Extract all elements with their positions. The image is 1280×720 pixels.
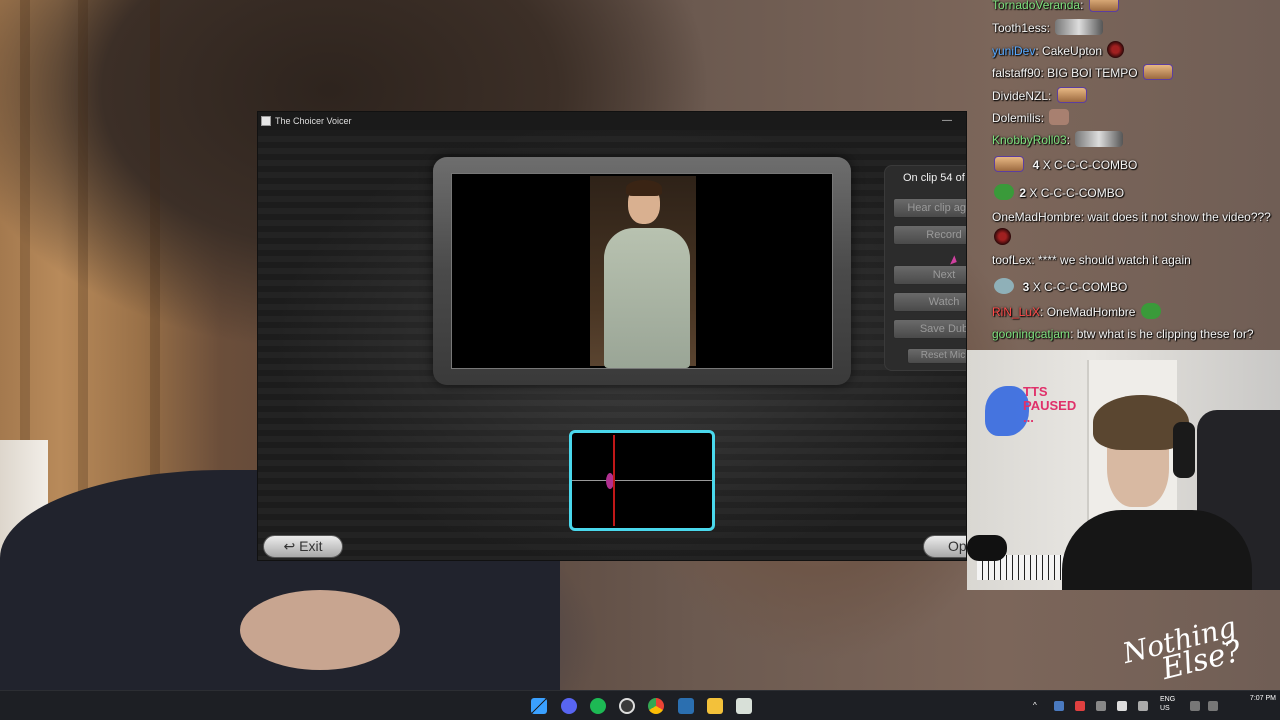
chat-text: BIG BOI TEMPO <box>1047 66 1138 80</box>
chat-username: gooningcatjam <box>992 327 1071 341</box>
webcam-feed: TTS PAUSED ... <box>967 350 1280 590</box>
language-indicator[interactable]: ENG US <box>1160 695 1175 713</box>
file-explorer-icon[interactable] <box>707 698 723 714</box>
emote-icon <box>1142 64 1173 80</box>
watch-button[interactable]: Watch <box>893 292 966 312</box>
combo-count: 3 <box>1022 280 1030 294</box>
chat-message: TornadoVeranda: <box>992 0 1121 12</box>
title-bar: The Choicer Voicer — <box>258 112 966 130</box>
waveform-axis <box>572 480 712 481</box>
emote-icon <box>1107 41 1125 58</box>
save-dub-button[interactable]: Save Dub <box>893 319 966 339</box>
stream-chat: TornadoVeranda: Tooth1ess: yuniDev: Cake… <box>988 0 1280 362</box>
chat-message: falstaff90: BIG BOI TEMPO <box>992 64 1175 80</box>
emote-icon <box>1056 87 1087 103</box>
volume-icon[interactable] <box>1208 701 1218 711</box>
chat-message: OneMadHombre: wait does it not show the … <box>988 207 1278 249</box>
taskbar: ^ ENG US 7:07 PM <box>0 690 1280 720</box>
chat-message: Tooth1ess: <box>992 19 1105 35</box>
obs-icon[interactable] <box>619 698 635 714</box>
video-preview <box>451 173 833 369</box>
chat-message: KnobbyRoll03: <box>992 131 1125 147</box>
chrome-icon[interactable] <box>648 698 664 714</box>
chat-message: yuniDev: CakeUpton <box>992 41 1126 58</box>
combo-line: 4 X C-C-C-COMBO <box>992 156 1137 172</box>
emote-icon <box>1140 303 1161 319</box>
emote-icon <box>994 228 1011 245</box>
tts-paused-badge: TTS PAUSED ... <box>979 380 1089 442</box>
choicer-voicer-taskbar-icon[interactable] <box>736 698 752 714</box>
chat-message: RiN_LuX: OneMadHombre <box>992 303 1163 319</box>
wifi-icon[interactable] <box>1190 701 1200 711</box>
chat-message: toofLex: **** we should watch it again <box>992 253 1191 267</box>
emote-icon <box>994 156 1024 172</box>
combo-count: 4 <box>1032 158 1040 172</box>
chat-username: falstaff90 <box>992 66 1041 80</box>
clock[interactable]: 7:07 PM <box>1232 694 1276 703</box>
waveform-playhead[interactable] <box>613 435 615 526</box>
chat-username: RiN_LuX <box>992 305 1041 319</box>
combo-label: X C-C-C-COMBO <box>1029 186 1125 200</box>
background-hand <box>240 590 400 670</box>
chat-message: DivideNZL: <box>992 87 1089 103</box>
chat-text: wait does it not show the video??? <box>1087 210 1271 224</box>
window-title: The Choicer Voicer <box>275 116 352 126</box>
minimize-icon[interactable]: — <box>942 112 952 130</box>
chat-username: DivideNZL <box>992 89 1049 103</box>
tray-app-icon[interactable] <box>1138 701 1148 711</box>
tray-chevron-icon[interactable]: ^ <box>1033 701 1043 711</box>
hear-clip-again-button[interactable]: Hear clip again <box>893 198 966 218</box>
record-button[interactable]: Record <box>893 225 966 245</box>
chat-text: OneMadHombre <box>1046 305 1136 319</box>
emote-icon <box>994 184 1014 200</box>
chat-message: gooningcatjam: btw what is he clipping t… <box>992 327 1254 341</box>
shield-icon[interactable] <box>1075 701 1085 711</box>
combo-count: 2 <box>1019 186 1027 200</box>
chat-username: toofLex <box>992 253 1032 267</box>
combo-line: 2 X C-C-C-COMBO <box>992 184 1124 200</box>
reset-mic-button[interactable]: Reset Mic <box>907 348 966 364</box>
steam-icon[interactable] <box>1054 701 1064 711</box>
chat-message: Dolemilis: <box>992 109 1071 125</box>
emote-icon <box>1075 131 1124 147</box>
app-launcher-icon[interactable] <box>678 698 694 714</box>
exit-button[interactable]: ↩ Exit <box>263 535 343 558</box>
chat-username: Tooth1ess <box>992 21 1047 35</box>
emote-icon <box>1049 109 1070 125</box>
chat-username: OneMadHombre <box>992 210 1081 224</box>
chat-text: btw what is he clipping these for? <box>1076 327 1254 341</box>
clip-status: On clip 54 of 76 <box>903 172 966 184</box>
control-panel: On clip 54 of 76 Hear clip again Record … <box>884 165 966 371</box>
discord-icon[interactable] <box>561 698 577 714</box>
app-icon <box>261 116 271 126</box>
chat-username: Dolemilis <box>992 111 1041 125</box>
windows-start-icon[interactable] <box>531 698 547 714</box>
webcam-streamer-body <box>1062 510 1252 590</box>
chat-username: yuniDev <box>992 44 1036 58</box>
tray-app-icon[interactable] <box>1117 701 1127 711</box>
microphone-icon <box>967 535 1007 561</box>
video-person-body <box>604 228 690 368</box>
next-button[interactable]: Next <box>893 265 966 285</box>
headset-icon <box>1173 422 1195 478</box>
tts-label: TTS <box>1023 384 1048 399</box>
emote-icon <box>1055 19 1104 35</box>
chat-text: **** we should watch it again <box>1038 253 1191 267</box>
emote-icon <box>994 278 1014 294</box>
video-frame <box>433 157 851 385</box>
combo-label: X C-C-C-COMBO <box>1042 158 1138 172</box>
tts-dots: ... <box>1023 410 1034 425</box>
spotify-icon[interactable] <box>590 698 606 714</box>
chat-text: CakeUpton <box>1042 44 1103 58</box>
emote-icon <box>1088 0 1119 12</box>
chat-username: TornadoVeranda <box>992 0 1081 12</box>
tray-app-icon[interactable] <box>1096 701 1106 711</box>
combo-line: 3 X C-C-C-COMBO <box>992 278 1127 294</box>
combo-label: X C-C-C-COMBO <box>1032 280 1128 294</box>
options-button[interactable]: Op <box>923 535 966 558</box>
audio-waveform[interactable] <box>569 430 715 531</box>
app-window: The Choicer Voicer — On clip 54 of 76 He… <box>257 111 967 561</box>
video-person-hair <box>626 180 662 196</box>
chat-username: KnobbyRoll03 <box>992 133 1067 147</box>
